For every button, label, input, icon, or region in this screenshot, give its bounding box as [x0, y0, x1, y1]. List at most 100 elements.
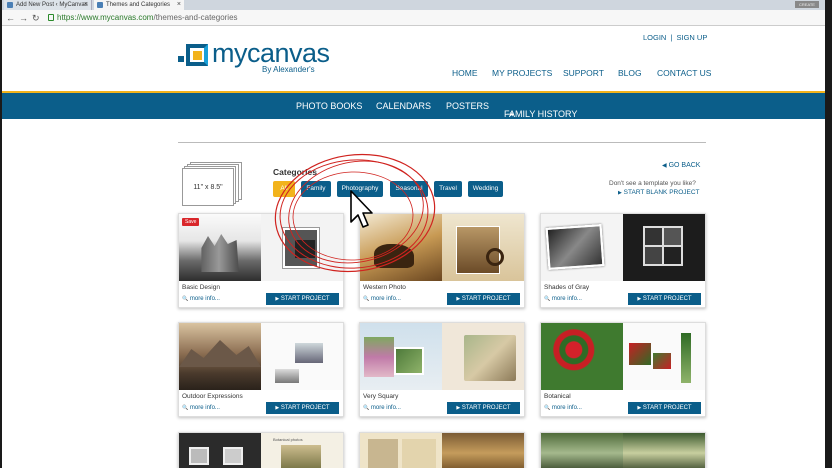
reload-icon[interactable]: ↻	[32, 12, 40, 24]
logo-subtitle: By Alexander's	[262, 65, 315, 74]
more-info-link[interactable]: 🔍 more info...	[544, 405, 582, 411]
browser-window: Add New Post ‹ MyCanvas × Themes and Cat…	[2, 0, 825, 468]
nav-family-history-label: FAMILY HISTORY	[504, 109, 578, 119]
template-card-row3-3[interactable]	[540, 432, 706, 468]
category-nav: PHOTO BOOKS CALENDARS POSTERS FAMILY HIS…	[2, 93, 825, 119]
more-info-label: more info...	[189, 405, 220, 411]
template-card-row3-2[interactable]	[359, 432, 525, 468]
close-tab-icon[interactable]: ×	[84, 0, 88, 10]
url-host: https://www.mycanvas.com	[57, 13, 154, 22]
template-preview: Botanical photos	[179, 433, 343, 468]
template-preview	[179, 323, 343, 390]
nav-blog[interactable]: BLOG	[618, 68, 642, 78]
start-project-button[interactable]: ▶ START PROJECT	[628, 402, 701, 414]
login-link[interactable]: LOGIN	[643, 33, 666, 42]
book-size-thumbnail: 11" x 8.5"	[182, 162, 242, 206]
more-info-link[interactable]: 🔍 more info...	[182, 296, 220, 302]
template-name: Botanical	[544, 393, 571, 400]
start-project-label: START PROJECT	[280, 296, 330, 302]
start-project-label: START PROJECT	[461, 405, 511, 411]
back-triangle-icon: ◀	[662, 163, 667, 169]
template-preview	[541, 433, 705, 468]
play-icon: ▶	[637, 296, 642, 302]
start-project-button[interactable]: ▶ START PROJECT	[447, 293, 520, 305]
more-info-label: more info...	[551, 405, 582, 411]
play-icon: ▶	[275, 405, 280, 411]
nav-contact-us[interactable]: CONTACT US	[657, 68, 711, 78]
magnifier-icon: 🔍	[363, 405, 370, 411]
family-tree-icon: ⇥	[506, 109, 514, 119]
forward-arrow-icon[interactable]: →	[19, 12, 28, 24]
back-arrow-icon[interactable]: ←	[6, 12, 15, 24]
account-links: LOGIN | SIGN UP	[643, 33, 707, 42]
url-field[interactable]: https://www.mycanvas.com/themes-and-cate…	[57, 13, 238, 23]
wordpress-favicon-icon	[7, 2, 13, 8]
tab-title: Themes and Categories	[106, 2, 171, 8]
page-caption: Botanical photos	[273, 437, 303, 442]
magnifier-icon: 🔍	[182, 296, 189, 302]
template-name: Western Photo	[363, 284, 406, 291]
template-card-shades-of-gray[interactable]: Shades of Gray 🔍 more info... ▶ START PR…	[540, 213, 706, 308]
signup-link[interactable]: SIGN UP	[676, 33, 707, 42]
template-preview	[360, 433, 524, 468]
play-icon: ▶	[637, 405, 642, 411]
play-icon: ▶	[456, 296, 461, 302]
start-project-button[interactable]: ▶ START PROJECT	[628, 293, 701, 305]
divider	[178, 142, 706, 143]
go-back-label: GO BACK	[668, 162, 701, 169]
nav-posters[interactable]: POSTERS	[446, 101, 489, 111]
lock-icon	[48, 14, 54, 21]
template-card-botanical[interactable]: Botanical 🔍 more info... ▶ START PROJECT	[540, 322, 706, 417]
save-label: Save	[185, 219, 197, 225]
nav-home[interactable]: HOME	[452, 68, 478, 78]
go-back-link[interactable]: ◀ GO BACK	[662, 162, 700, 169]
start-blank-project-link[interactable]: ▶ START BLANK PROJECT	[618, 189, 700, 196]
start-project-label: START PROJECT	[642, 405, 692, 411]
save-badge[interactable]: Save	[182, 218, 200, 226]
start-project-label: START PROJECT	[642, 296, 692, 302]
mouse-pointer-icon	[350, 190, 373, 228]
play-icon: ▶	[456, 405, 461, 411]
template-card-row3-1[interactable]: Botanical photos	[178, 432, 344, 468]
template-card-very-squary[interactable]: Very Squary 🔍 more info... ▶ START PROJE…	[359, 322, 525, 417]
nav-calendars[interactable]: CALENDARS	[376, 101, 431, 111]
mycanvas-favicon-icon	[97, 2, 103, 8]
nav-photo-books[interactable]: PHOTO BOOKS	[296, 101, 362, 111]
address-bar: ← → ↻ https://www.mycanvas.com/themes-an…	[2, 10, 825, 26]
more-info-link[interactable]: 🔍 more info...	[363, 296, 401, 302]
more-info-link[interactable]: 🔍 more info...	[182, 405, 220, 411]
play-icon: ▶	[618, 190, 622, 196]
template-name: Shades of Gray	[544, 284, 590, 291]
start-project-label: START PROJECT	[280, 405, 330, 411]
template-card-outdoor-expressions[interactable]: Outdoor Expressions 🔍 more info... ▶ STA…	[178, 322, 344, 417]
filter-wedding[interactable]: Wedding	[468, 181, 503, 197]
start-project-button[interactable]: ▶ START PROJECT	[447, 402, 520, 414]
more-info-label: more info...	[551, 296, 582, 302]
template-name: Basic Design	[182, 284, 220, 291]
magnifier-icon: 🔍	[363, 296, 370, 302]
logo-mark-icon	[178, 44, 208, 66]
magnifier-icon: 🔍	[544, 405, 551, 411]
book-size-label: 11" x 8.5"	[182, 168, 234, 206]
tab-title: Add New Post ‹ MyCanvas	[16, 2, 88, 8]
template-name: Very Squary	[363, 393, 399, 400]
nav-my-projects[interactable]: MY PROJECTS	[492, 68, 552, 78]
template-preview	[360, 323, 524, 390]
magnifier-icon: 🔍	[544, 296, 551, 302]
close-tab-icon[interactable]: ×	[177, 0, 181, 10]
more-info-link[interactable]: 🔍 more info...	[363, 405, 401, 411]
browser-tab-themes[interactable]: Themes and Categories ×	[94, 0, 184, 10]
start-project-button[interactable]: ▶ START PROJECT	[266, 402, 339, 414]
browser-tab-add-post[interactable]: Add New Post ‹ MyCanvas ×	[4, 0, 92, 10]
template-preview	[541, 323, 705, 390]
start-project-label: START PROJECT	[461, 296, 511, 302]
template-preview	[541, 214, 705, 281]
window-label: CREATE	[795, 1, 819, 8]
template-hint: Don't see a template you like?	[609, 180, 696, 187]
link-separator: |	[670, 33, 673, 42]
start-project-button[interactable]: ▶ START PROJECT	[266, 293, 339, 305]
more-info-link[interactable]: 🔍 more info...	[544, 296, 582, 302]
play-icon: ▶	[275, 296, 280, 302]
magnifier-icon: 🔍	[182, 405, 189, 411]
nav-support[interactable]: SUPPORT	[563, 68, 604, 78]
